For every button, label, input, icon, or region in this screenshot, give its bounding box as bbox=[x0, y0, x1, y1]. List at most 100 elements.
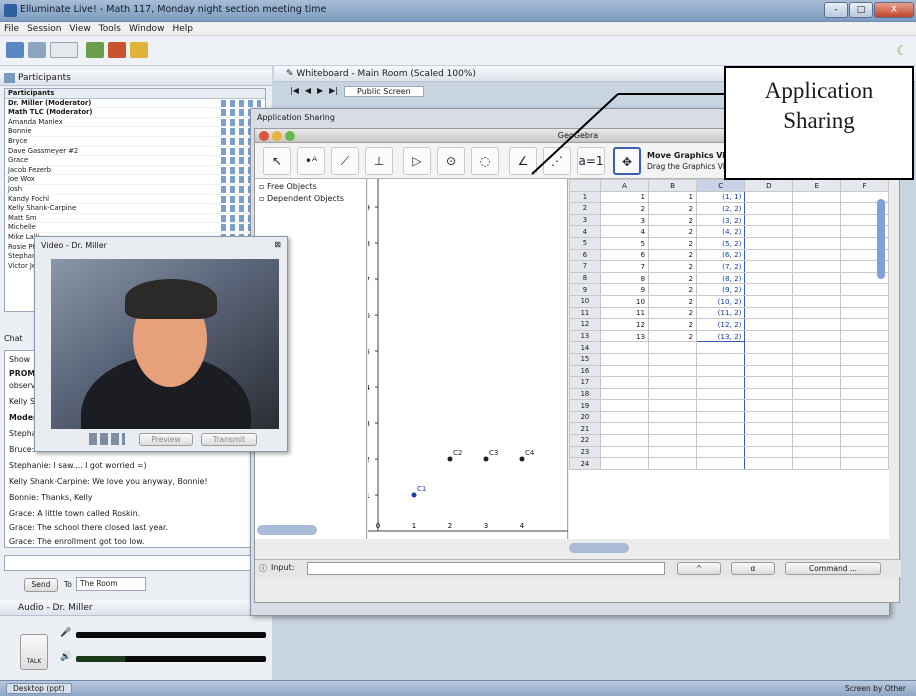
cell[interactable]: (7, 2) bbox=[696, 260, 746, 273]
cell[interactable] bbox=[744, 457, 794, 470]
cell[interactable] bbox=[792, 445, 842, 459]
cell[interactable] bbox=[744, 213, 794, 227]
participant-row[interactable]: Dave Gassmeyer #2 bbox=[5, 147, 265, 157]
polygon-tool-icon[interactable]: ▷ bbox=[403, 147, 431, 175]
row-header[interactable]: 5 bbox=[569, 236, 601, 250]
cell[interactable] bbox=[648, 445, 698, 459]
cell[interactable] bbox=[696, 376, 746, 389]
cell[interactable] bbox=[744, 364, 794, 378]
cell[interactable] bbox=[599, 410, 650, 424]
cell[interactable] bbox=[840, 434, 889, 447]
cell[interactable] bbox=[792, 202, 842, 215]
row-header[interactable]: 21 bbox=[569, 422, 601, 436]
cell[interactable] bbox=[840, 376, 889, 389]
transmit-button[interactable]: Transmit bbox=[201, 433, 257, 446]
preview-button[interactable]: Preview bbox=[139, 433, 193, 446]
mac-minimize-icon[interactable] bbox=[272, 131, 282, 141]
cell[interactable]: 2 bbox=[648, 225, 698, 238]
cell[interactable]: 2 bbox=[599, 202, 650, 215]
cell[interactable] bbox=[744, 434, 794, 447]
cell[interactable]: (3, 2) bbox=[696, 213, 746, 227]
cell[interactable] bbox=[599, 341, 650, 354]
cell[interactable] bbox=[744, 445, 794, 459]
command-select[interactable]: Command ... bbox=[785, 562, 881, 575]
cell[interactable] bbox=[696, 445, 746, 459]
cell[interactable] bbox=[744, 422, 794, 436]
cell[interactable] bbox=[792, 225, 842, 238]
cell[interactable] bbox=[840, 352, 889, 366]
cell[interactable]: 2 bbox=[648, 202, 698, 215]
cell[interactable] bbox=[792, 306, 842, 320]
cell[interactable] bbox=[744, 225, 794, 238]
cell[interactable] bbox=[792, 399, 842, 412]
cell[interactable] bbox=[840, 422, 889, 436]
cell[interactable]: 8 bbox=[599, 271, 650, 285]
menu-file[interactable]: File bbox=[4, 22, 19, 35]
menu-window[interactable]: Window bbox=[129, 22, 165, 35]
cell[interactable] bbox=[744, 399, 794, 412]
cell[interactable] bbox=[792, 271, 842, 285]
cell[interactable] bbox=[648, 376, 698, 389]
point-c1[interactable] bbox=[411, 492, 417, 498]
point-tool-icon[interactable]: •ᴬ bbox=[297, 147, 325, 175]
cell[interactable] bbox=[696, 341, 746, 354]
cell[interactable] bbox=[840, 294, 889, 308]
record-icon[interactable] bbox=[108, 42, 126, 58]
cell[interactable] bbox=[744, 376, 794, 389]
cell[interactable] bbox=[744, 202, 794, 215]
cell[interactable] bbox=[840, 410, 889, 424]
cell[interactable]: 2 bbox=[648, 248, 698, 262]
cell[interactable]: 13 bbox=[599, 329, 650, 343]
point-c3[interactable] bbox=[483, 456, 489, 462]
cell[interactable]: (6, 2) bbox=[696, 248, 746, 262]
cell[interactable] bbox=[599, 364, 650, 378]
cell[interactable] bbox=[840, 364, 889, 378]
cell[interactable] bbox=[744, 271, 794, 285]
row-header[interactable]: 3 bbox=[569, 213, 601, 227]
row-header[interactable]: 8 bbox=[569, 271, 601, 285]
participants-icon[interactable] bbox=[6, 42, 24, 58]
cell[interactable] bbox=[599, 457, 650, 470]
column-header[interactable]: E bbox=[792, 179, 842, 192]
cell[interactable] bbox=[792, 387, 842, 401]
cell[interactable] bbox=[792, 422, 842, 436]
next-page-button[interactable]: ▶ bbox=[317, 86, 323, 97]
participant-row[interactable]: Kandy Fochl bbox=[5, 195, 265, 205]
menu-view[interactable]: View bbox=[69, 22, 90, 35]
pointer-tool-icon[interactable]: ↖ bbox=[263, 147, 291, 175]
circle-tool-icon[interactable]: ⊙ bbox=[437, 147, 465, 175]
cell[interactable]: 5 bbox=[599, 236, 650, 250]
row-header[interactable]: 13 bbox=[569, 329, 601, 343]
spreadsheet-scrollbar[interactable] bbox=[877, 199, 885, 279]
cell[interactable] bbox=[792, 283, 842, 296]
row-header[interactable]: 22 bbox=[569, 434, 601, 447]
cell[interactable] bbox=[599, 387, 650, 401]
monitor-icon[interactable] bbox=[28, 42, 46, 58]
participant-row[interactable]: Kelly Shank-Carpine bbox=[5, 204, 265, 214]
row-header[interactable]: 24 bbox=[569, 457, 601, 470]
cell[interactable] bbox=[744, 318, 794, 331]
cell[interactable]: 2 bbox=[648, 236, 698, 250]
cell[interactable] bbox=[696, 422, 746, 436]
cell[interactable] bbox=[792, 457, 842, 470]
cell[interactable] bbox=[744, 387, 794, 401]
cell[interactable]: 2 bbox=[648, 283, 698, 296]
cell[interactable] bbox=[792, 410, 842, 424]
greek-select[interactable]: α bbox=[731, 562, 775, 575]
cell[interactable]: 2 bbox=[648, 294, 698, 308]
talk-button[interactable]: TALK bbox=[20, 634, 48, 670]
cell[interactable] bbox=[599, 422, 650, 436]
participant-row[interactable]: Math TLC (Moderator) bbox=[5, 108, 265, 118]
menu-tools[interactable]: Tools bbox=[99, 22, 121, 35]
cell[interactable] bbox=[599, 399, 650, 412]
cell[interactable] bbox=[599, 445, 650, 459]
cell[interactable] bbox=[648, 387, 698, 401]
row-header[interactable]: 16 bbox=[569, 364, 601, 378]
taskbar-item[interactable]: Desktop (ppt) bbox=[6, 683, 72, 694]
cell[interactable] bbox=[840, 457, 889, 470]
cell[interactable]: 4 bbox=[599, 225, 650, 238]
row-header[interactable]: 1 bbox=[569, 190, 601, 204]
cell[interactable]: 3 bbox=[599, 213, 650, 227]
cell[interactable] bbox=[792, 341, 842, 354]
cell[interactable] bbox=[792, 329, 842, 343]
